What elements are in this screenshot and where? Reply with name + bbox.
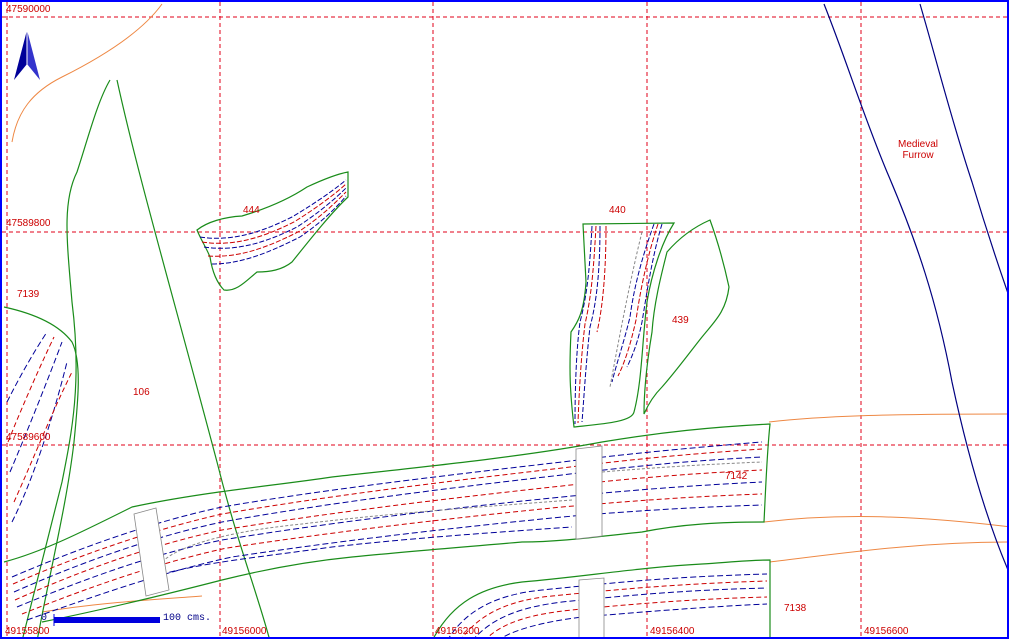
scale-zero-label: 0 <box>41 613 48 624</box>
north-arrow-icon <box>14 30 40 80</box>
grid-x-label-2: 49156000 <box>222 626 267 637</box>
feature-label-439[interactable]: 439 <box>672 315 689 326</box>
grid-y-label-middle: 47589800 <box>6 218 51 229</box>
orange-boundary-lines <box>11 3 1007 613</box>
grid-x-label-3: 49156200 <box>435 626 480 637</box>
grid-y-label-bottom: 47589600 <box>6 432 51 443</box>
medieval-furrow-lines <box>823 3 1007 570</box>
feature-label-7138[interactable]: 7138 <box>784 603 806 614</box>
feature-label-440[interactable]: 440 <box>609 205 626 216</box>
grid-x-label-4: 49156400 <box>650 626 695 637</box>
contour-lines <box>6 179 768 637</box>
grid-y-label-top: 47590000 <box>6 4 51 15</box>
medieval-label-line1: Medieval <box>897 139 939 150</box>
feature-label-medieval-furrow[interactable]: Medieval Furrow <box>886 139 950 161</box>
feature-outlines <box>3 79 771 637</box>
medieval-label-line2: Furrow <box>902 150 934 161</box>
feature-label-7139[interactable]: 7139 <box>17 289 39 300</box>
feature-label-106[interactable]: 106 <box>133 387 150 398</box>
feature-label-7142[interactable]: 7142 <box>725 471 747 482</box>
grid-x-label-1: 49155800 <box>5 626 50 637</box>
grid-x-label-5: 49156600 <box>864 626 909 637</box>
map-drawing <box>2 2 1007 637</box>
feature-label-444[interactable]: 444 <box>243 205 260 216</box>
scale-unit-label: 100 cms. <box>163 613 212 624</box>
map-canvas[interactable]: 47590000 47589800 47589600 49155800 4915… <box>0 0 1009 639</box>
trench-balks <box>133 445 605 637</box>
